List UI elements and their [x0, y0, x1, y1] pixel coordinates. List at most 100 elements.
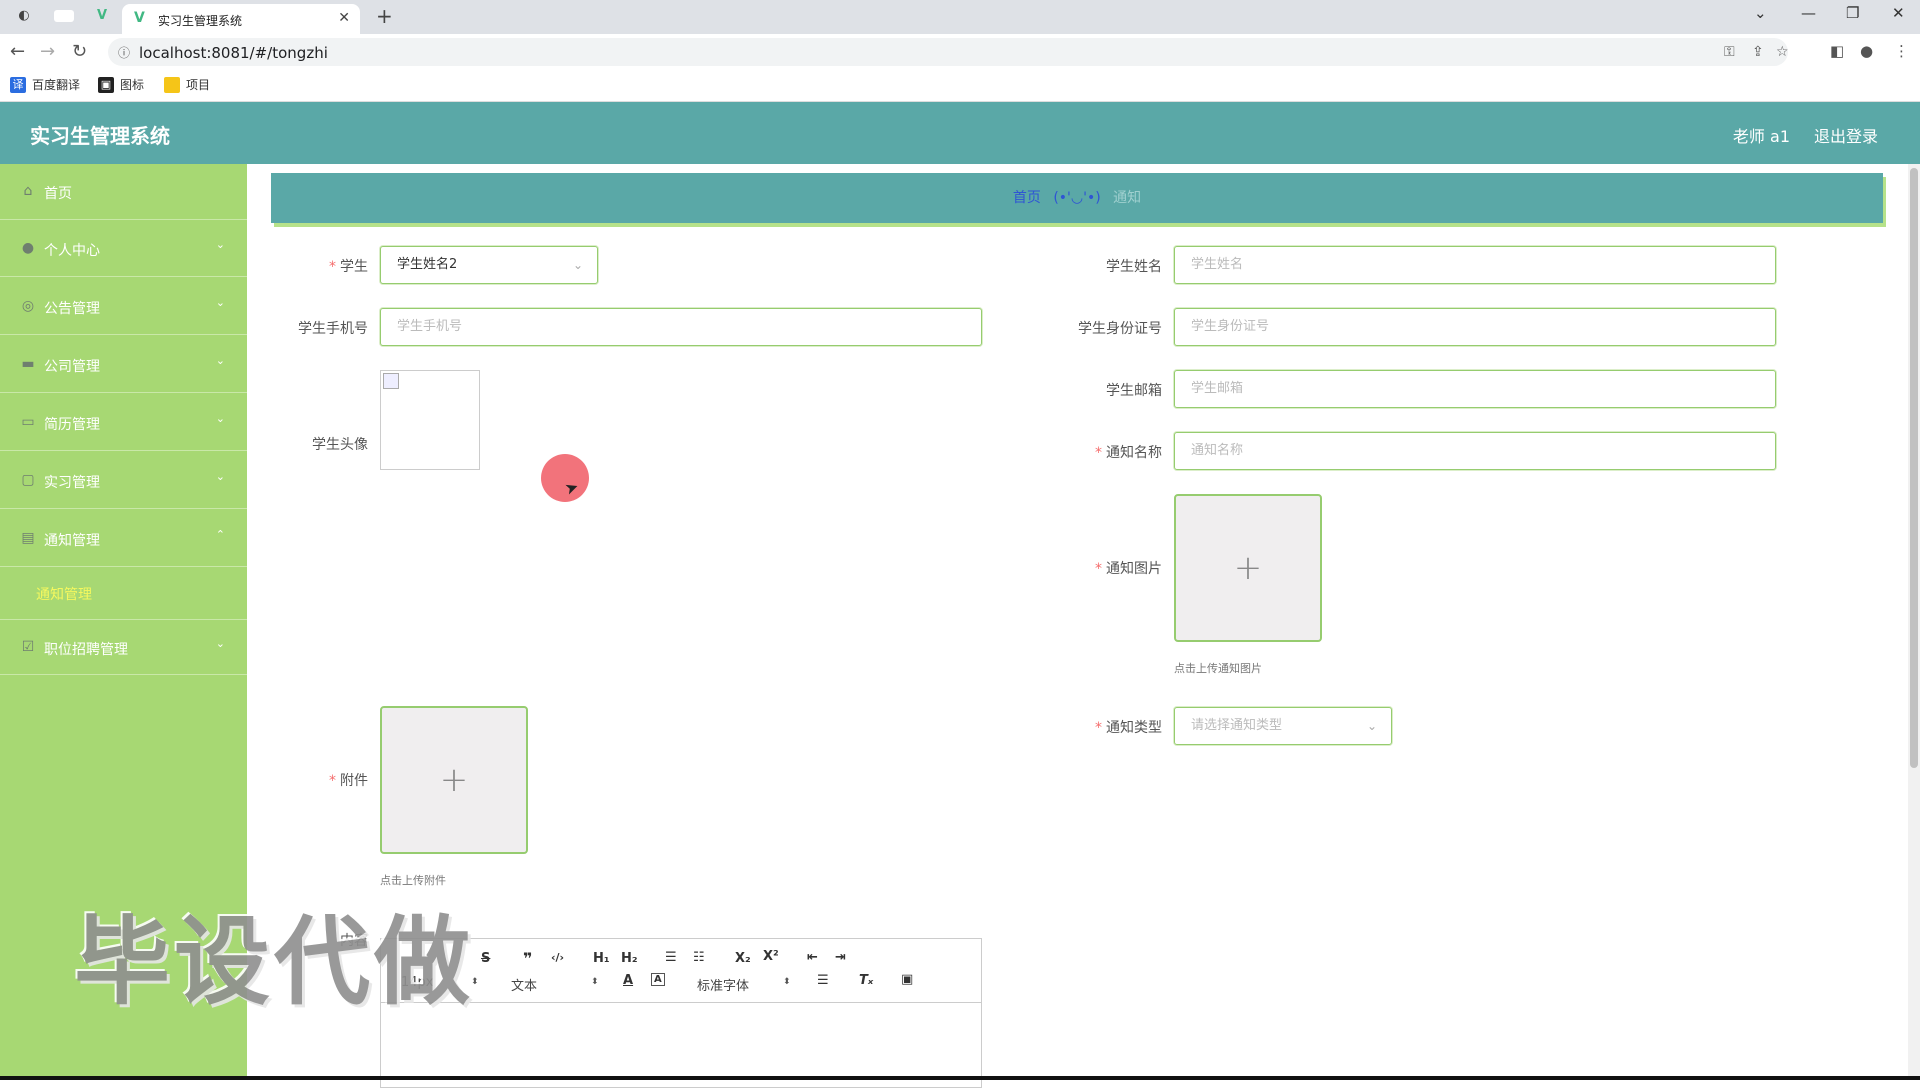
bookmark-item[interactable]: 项目: [164, 76, 210, 93]
chevron-down-icon: ⌄: [215, 470, 225, 483]
clear-format-icon[interactable]: Tₓ: [859, 973, 873, 988]
folder-icon: [164, 76, 180, 93]
address-bar[interactable]: ⓘ localhost:8081/#/tongzhi ⚿ ⇪ ☆: [108, 38, 1789, 66]
sidebar-item-announcements[interactable]: ◎ 公告管理 ⌄: [0, 279, 247, 335]
logout-button[interactable]: 退出登录: [1814, 123, 1878, 147]
chat-icon: ▢: [21, 472, 35, 488]
reload-icon[interactable]: ↻: [72, 42, 87, 62]
bookmark-star-icon[interactable]: ☆: [1776, 44, 1789, 60]
sidebar-item-personal-center[interactable]: ● 个人中心 ⌄: [0, 221, 247, 277]
forward-icon[interactable]: →: [40, 42, 55, 62]
sidebar-item-job-recruitment[interactable]: ☑ 职位招聘管理 ⌄: [0, 619, 247, 675]
outdent-icon[interactable]: ⇤: [807, 950, 818, 965]
sidebar-item-label: 个人中心: [44, 243, 100, 259]
back-icon[interactable]: ←: [10, 42, 25, 62]
student-phone-field[interactable]: 学生手机号: [380, 308, 982, 346]
sidebar-subitem-label: 通知管理: [36, 587, 92, 603]
notice-type-label: * 通知类型: [1062, 717, 1162, 737]
align-icon[interactable]: ☰: [817, 973, 829, 988]
notice-name-label-text: 通知名称: [1106, 445, 1162, 461]
side-panel-icon[interactable]: ◧: [1830, 42, 1844, 60]
code-block-icon[interactable]: ‹/›: [551, 951, 564, 964]
translate-icon: 译: [10, 76, 26, 93]
student-select[interactable]: 学生姓名2 ⌄: [380, 246, 598, 284]
student-name-field[interactable]: 学生姓名: [1174, 246, 1776, 284]
watermark-text: 毕设代做: [74, 906, 474, 1018]
notice-image-upload[interactable]: +: [1174, 494, 1322, 642]
profile-icon[interactable]: ●: [1860, 42, 1873, 60]
site-info-icon[interactable]: ⓘ: [118, 44, 130, 61]
new-tab-icon[interactable]: +: [376, 4, 393, 28]
breadcrumb-home[interactable]: 首页: [1013, 190, 1041, 206]
attachment-upload[interactable]: +: [380, 706, 528, 854]
font-select-value: 标准字体: [697, 979, 750, 994]
tab-search-icon[interactable]: ⌄: [1754, 4, 1767, 22]
notice-name-field[interactable]: 通知名称: [1174, 432, 1776, 470]
student-avatar-label: 学生头像: [312, 437, 368, 453]
sidebar-item-label: 首页: [44, 186, 72, 202]
active-tab[interactable]: V 实习生管理系统 ✕: [122, 4, 360, 34]
notice-image-label-text: 通知图片: [1106, 561, 1162, 577]
browser-menu-icon[interactable]: ◐: [16, 8, 32, 24]
bookmark-item[interactable]: ▣ 图标: [98, 76, 144, 93]
breadcrumb-separator: (•'◡'•): [1053, 190, 1101, 206]
student-email-field[interactable]: 学生邮箱: [1174, 370, 1776, 408]
bookmark-item[interactable]: 译 百度翻译: [10, 76, 80, 93]
header-1-icon[interactable]: H₁: [593, 951, 610, 966]
browser-toolbar: ← → ↻ ⓘ localhost:8081/#/tongzhi ⚿ ⇪ ☆ ◧…: [0, 34, 1920, 70]
key-icon[interactable]: ⚿: [1724, 44, 1735, 60]
student-avatar-image: [380, 370, 480, 470]
indent-icon[interactable]: ⇥: [835, 950, 846, 965]
vue-tab-icon[interactable]: V: [94, 8, 110, 24]
student-id-card-field[interactable]: 学生身份证号: [1174, 308, 1776, 346]
bullet-list-icon[interactable]: ☷: [693, 950, 705, 965]
chevron-up-icon: ⌃: [215, 528, 225, 541]
sidebar-subitem-notices[interactable]: 通知管理: [0, 568, 247, 618]
close-window-icon[interactable]: ✕: [1892, 4, 1905, 22]
ordered-list-icon[interactable]: ☰: [665, 950, 677, 965]
superscript-icon[interactable]: X²: [763, 949, 779, 964]
header-select[interactable]: 文本 ⬍: [511, 975, 601, 994]
bookmarks-bar: 译 百度翻译 ▣ 图标 项目: [0, 70, 1920, 102]
required-mark: *: [1095, 561, 1102, 577]
sidebar-item-label: 公告管理: [44, 301, 100, 317]
sidebar-item-internships[interactable]: ▢ 实习管理 ⌄: [0, 453, 247, 509]
chevron-down-icon: ⌄: [215, 296, 225, 309]
header-2-icon[interactable]: H₂: [621, 951, 638, 966]
screen-bottom-edge: [0, 1076, 1920, 1080]
share-icon[interactable]: ⇪: [1752, 44, 1764, 60]
tab-title: 实习生管理系统: [158, 14, 243, 28]
sidebar-item-companies[interactable]: ▬ 公司管理 ⌄: [0, 337, 247, 393]
sidebar-item-notices[interactable]: ▤ 通知管理 ⌃: [0, 511, 247, 567]
background-color-icon[interactable]: A: [651, 973, 665, 986]
minimize-icon[interactable]: —: [1801, 4, 1816, 22]
checkbox-icon: ☑: [21, 639, 35, 655]
more-menu-icon[interactable]: ⋮: [1894, 42, 1909, 60]
required-mark: *: [329, 259, 336, 275]
subscript-icon[interactable]: X₂: [735, 951, 751, 966]
insert-image-icon[interactable]: ▣: [901, 972, 913, 987]
restore-icon[interactable]: ❐: [1846, 4, 1859, 22]
chevron-down-icon: ⌄: [1366, 719, 1377, 733]
chevron-down-icon: ⌄: [215, 412, 225, 425]
required-mark: *: [1095, 445, 1102, 461]
strike-icon[interactable]: S: [481, 951, 490, 966]
cursor-highlight: [541, 454, 589, 502]
close-tab-icon[interactable]: ✕: [338, 10, 350, 26]
notice-type-label-text: 通知类型: [1106, 720, 1162, 736]
sidebar-item-home[interactable]: ⌂ 首页: [0, 164, 247, 220]
pinned-tab-icon[interactable]: [54, 10, 74, 22]
monitor-icon: ▭: [21, 414, 35, 430]
vue-favicon-icon: V: [134, 10, 145, 26]
font-color-icon[interactable]: A: [623, 973, 633, 988]
breadcrumb: 首页 (•'◡'•) 通知: [271, 173, 1883, 223]
breadcrumb-current: 通知: [1113, 190, 1142, 206]
font-select[interactable]: 标准字体 ⬍: [697, 975, 793, 994]
url-text[interactable]: localhost:8081/#/tongzhi: [139, 44, 328, 62]
student-id-card-label: 学生身份证号: [1078, 321, 1162, 337]
sidebar-item-resumes[interactable]: ▭ 简历管理 ⌄: [0, 395, 247, 451]
scrollbar-thumb[interactable]: [1910, 168, 1918, 768]
blockquote-icon[interactable]: ❞: [523, 949, 532, 968]
notice-type-select[interactable]: 请选择通知类型 ⌄: [1174, 707, 1392, 745]
bell-icon: ◎: [21, 298, 35, 314]
